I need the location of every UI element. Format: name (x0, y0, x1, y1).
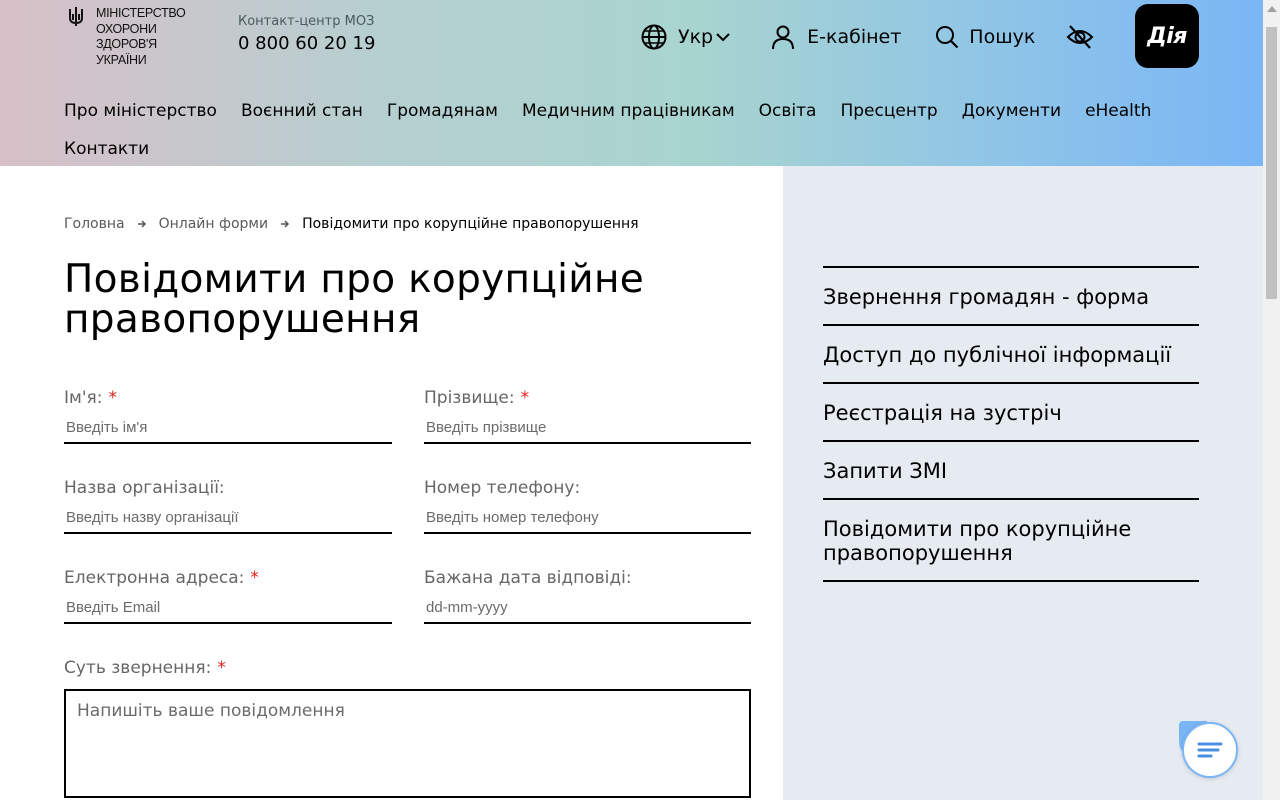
contact-label: Контакт-центр МОЗ (238, 14, 375, 29)
response-date-input[interactable]: dd-mm-yyyy (424, 599, 751, 624)
sidebar-links: Звернення громадян - форма Доступ до пуб… (823, 266, 1199, 582)
chat-button[interactable] (1182, 722, 1238, 778)
nav-row-1: Про міністерство Воєнний стан Громадянам… (64, 92, 1204, 130)
language-switcher[interactable]: Укр (640, 23, 731, 51)
breadcrumb-home[interactable]: Головна (64, 216, 125, 232)
surname-field: Прізвище: * Введіть прізвище (424, 388, 751, 444)
organization-label: Назва організації: (64, 478, 225, 498)
globe-icon (641, 24, 667, 50)
page-scrollbar[interactable] (1263, 0, 1280, 800)
language-label: Укр (678, 26, 714, 48)
email-input[interactable]: Введіть Email (64, 599, 392, 624)
required-mark: * (217, 658, 226, 678)
message-textarea[interactable]: Напишіть ваше повідомлення (64, 689, 751, 798)
sidebar-item-public-info[interactable]: Доступ до публічної інформації (823, 324, 1199, 382)
logo-line-3: здоров'я (96, 37, 157, 51)
required-mark: * (250, 568, 259, 588)
surname-label: Прізвище: * (424, 388, 751, 410)
logo-line-1: Міністерство (96, 6, 186, 20)
contact-phone[interactable]: 0 800 60 20 19 (238, 33, 375, 54)
nav-item-documents[interactable]: Документи (962, 101, 1061, 121)
email-field: Електронна адреса: * Введіть Email (64, 568, 392, 624)
nav-item-education[interactable]: Освіта (759, 101, 817, 121)
scrollbar-thumb[interactable] (1266, 27, 1277, 299)
logo-line-4: України (96, 52, 147, 67)
nav-item-press-center[interactable]: Пресцентр (840, 101, 937, 121)
user-icon (772, 25, 795, 50)
phone-input[interactable]: Введіть номер телефону (424, 509, 751, 534)
organization-input[interactable]: Введіть назву організації (64, 509, 392, 534)
eye-off-icon (1066, 25, 1094, 49)
name-field: Ім'я: * Введіть ім'я (64, 388, 392, 444)
sidebar-item-meeting-registration[interactable]: Реєстрація на зустріч (823, 382, 1199, 440)
ministry-logo[interactable]: Міністерство охорони здоров'я України (68, 6, 186, 72)
nav-item-about[interactable]: Про міністерство (64, 101, 217, 121)
chat-icon (1197, 742, 1223, 758)
breadcrumb-online-forms[interactable]: Онлайн форми (159, 216, 268, 232)
required-mark: * (108, 388, 117, 408)
diia-label: Дія (1147, 23, 1187, 49)
phone-field: Номер телефону: Введіть номер телефону (424, 478, 751, 534)
search-label: Пошук (969, 26, 1036, 48)
page-title: Повідомити про корупційне правопорушення (64, 257, 645, 342)
main-nav: Про міністерство Воєнний стан Громадянам… (64, 92, 1204, 168)
chevron-down-icon (716, 33, 730, 42)
search-button[interactable]: Пошук (935, 25, 1035, 49)
breadcrumb-current: Повідомити про корупційне правопорушення (302, 216, 639, 232)
phone-label: Номер телефону: (424, 478, 581, 498)
email-label-text: Електронна адреса: (64, 568, 245, 588)
email-label: Електронна адреса: * (64, 568, 392, 590)
sidebar-item-corruption-report[interactable]: Повідомити про корупційне правопорушення (823, 498, 1199, 582)
e-cabinet-button[interactable]: Е-кабінет (771, 24, 901, 50)
name-label-text: Ім'я: (64, 388, 103, 408)
header-actions: Укр Е-кабінет Пошук (640, 22, 1095, 52)
arrow-right-icon (280, 219, 290, 229)
arrow-right-icon (137, 219, 147, 229)
nav-item-martial-law[interactable]: Воєнний стан (241, 101, 363, 121)
chat-widget[interactable] (1179, 721, 1239, 779)
response-date-label: Бажана дата відповіді: (424, 568, 632, 588)
logo-text: Міністерство охорони здоров'я України (96, 6, 186, 72)
nav-item-contacts[interactable]: Контакти (64, 139, 149, 159)
trident-icon (68, 6, 84, 72)
surname-label-text: Прізвище: (424, 388, 515, 408)
diia-button[interactable]: Дія (1135, 4, 1199, 68)
name-input[interactable]: Введіть ім'я (64, 419, 392, 444)
required-mark: * (520, 388, 530, 408)
scroll-up-icon[interactable] (1267, 6, 1277, 12)
nav-item-ehealth[interactable]: eHealth (1085, 101, 1151, 121)
accessibility-toggle[interactable] (1065, 22, 1095, 52)
e-cabinet-label: Е-кабінет (807, 26, 902, 48)
surname-input[interactable]: Введіть прізвище (424, 419, 751, 444)
logo-line-2: охорони (96, 21, 157, 36)
contact-center: Контакт-центр МОЗ 0 800 60 20 19 (238, 14, 375, 54)
nav-item-medical-workers[interactable]: Медичним працівникам (522, 101, 735, 121)
nav-row-2: Контакти (64, 130, 1204, 168)
sidebar-item-citizen-appeals[interactable]: Звернення громадян - форма (823, 266, 1199, 324)
sidebar-item-media-requests[interactable]: Запити ЗМІ (823, 440, 1199, 498)
organization-field: Назва організації: Введіть назву організ… (64, 478, 392, 534)
site-header: Міністерство охорони здоров'я України Ко… (0, 0, 1263, 166)
message-label-text: Суть звернення: (64, 658, 212, 678)
response-date-field: Бажана дата відповіді: dd-mm-yyyy (424, 568, 751, 624)
search-icon (936, 26, 959, 49)
sidebar: Звернення громадян - форма Доступ до пуб… (783, 166, 1263, 800)
name-label: Ім'я: * (64, 388, 392, 410)
breadcrumb: Головна Онлайн форми Повідомити про кору… (64, 216, 639, 232)
nav-item-citizens[interactable]: Громадянам (387, 101, 498, 121)
message-label: Суть звернення: * (64, 658, 226, 678)
